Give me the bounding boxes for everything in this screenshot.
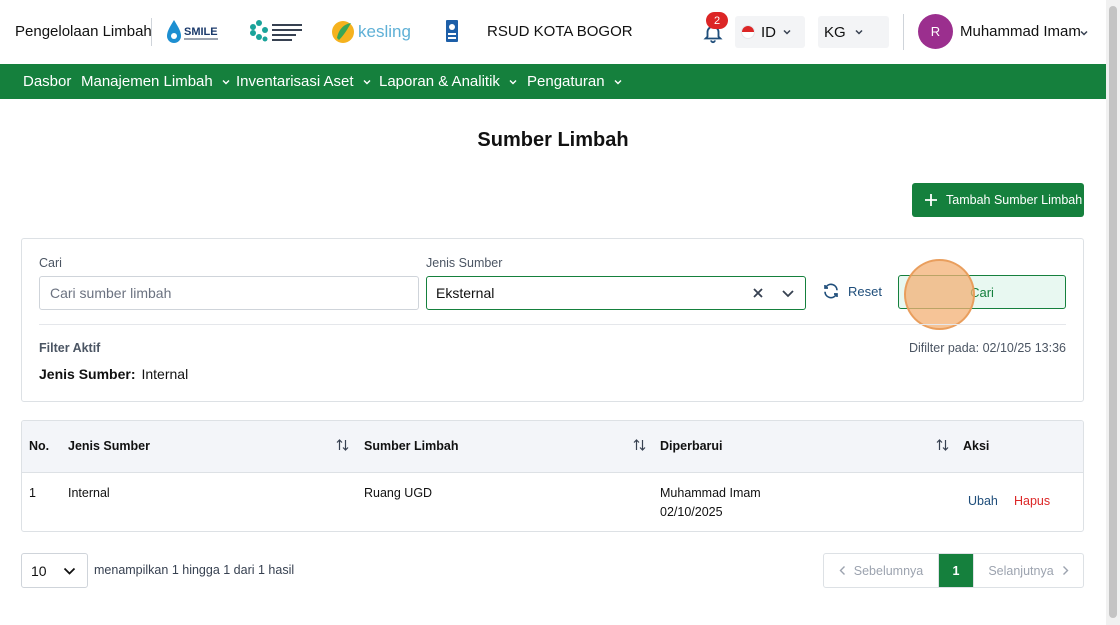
page-scrollbar-thumb[interactable] bbox=[1109, 6, 1117, 618]
kesling-logo: kesling bbox=[331, 18, 421, 46]
per-page-select[interactable]: 10 bbox=[21, 553, 88, 588]
top-header: Pengelolaan Limbah SMILE kesling RSUD KO… bbox=[0, 0, 1106, 64]
cell-updated-by: Muhammad Imam bbox=[660, 486, 761, 500]
page-title: Sumber Limbah bbox=[477, 129, 629, 151]
col-header-actions: Aksi bbox=[963, 439, 990, 453]
sort-icon[interactable] bbox=[936, 438, 949, 452]
user-menu-chevron-icon[interactable] bbox=[1079, 28, 1089, 38]
chevron-down-icon bbox=[63, 567, 76, 575]
kemenkes-logo bbox=[247, 18, 305, 46]
search-input[interactable] bbox=[39, 276, 419, 310]
chevron-down-icon bbox=[509, 79, 517, 84]
col-header-no: No. bbox=[29, 439, 50, 453]
main-nav: Dasbor Manajemen Limbah Inventarisasi As… bbox=[0, 64, 1106, 99]
active-filter-label: Filter Aktif bbox=[39, 341, 101, 355]
app-title: Pengelolaan Limbah bbox=[15, 23, 152, 40]
header-divider bbox=[903, 14, 904, 50]
language-selector[interactable]: ID bbox=[735, 16, 805, 48]
chevron-down-icon bbox=[783, 29, 791, 35]
previous-page-button[interactable]: Sebelumnya bbox=[824, 554, 939, 587]
nav-item-dasbor[interactable]: Dasbor bbox=[23, 73, 71, 90]
filter-divider bbox=[39, 324, 1066, 325]
active-filter-chip: Jenis Sumber: Internal bbox=[39, 366, 189, 382]
chevron-down-icon bbox=[614, 79, 622, 84]
filtered-at-timestamp: Difilter pada: 02/10/25 13:36 bbox=[908, 341, 1066, 355]
sort-icon[interactable] bbox=[633, 438, 646, 452]
nav-item-laporan-analitik[interactable]: Laporan & Analitik bbox=[379, 73, 518, 90]
col-header-waste-source[interactable]: Sumber Limbah bbox=[364, 439, 458, 453]
indonesia-flag-icon bbox=[741, 25, 755, 39]
page-button-current[interactable]: 1 bbox=[939, 554, 973, 587]
notification-count-badge: 2 bbox=[706, 12, 728, 29]
table-header: No. Jenis Sumber Sumber Limbah Diperbaru… bbox=[22, 421, 1083, 473]
plus-icon bbox=[925, 194, 937, 206]
results-summary: menampilkan 1 hingga 1 dari 1 hasil bbox=[94, 563, 295, 577]
waste-source-table: No. Jenis Sumber Sumber Limbah Diperbaru… bbox=[21, 420, 1084, 532]
next-page-button[interactable]: Selanjutnya bbox=[973, 554, 1083, 587]
reset-button[interactable]: Reset bbox=[822, 282, 882, 300]
cell-waste-source: Ruang UGD bbox=[364, 486, 433, 500]
per-page-value: 10 bbox=[31, 562, 47, 579]
cell-source-type: Internal bbox=[68, 486, 110, 500]
add-waste-source-button[interactable]: Tambah Sumber Limbah bbox=[912, 183, 1084, 217]
svg-text:SMILE: SMILE bbox=[184, 26, 218, 38]
cell-updated-date: 02/10/2025 bbox=[660, 505, 723, 519]
refresh-icon bbox=[824, 283, 838, 299]
chevron-right-icon bbox=[1062, 566, 1069, 575]
col-header-updated[interactable]: Diperbarui bbox=[660, 439, 723, 453]
cell-no: 1 bbox=[29, 486, 36, 500]
svg-text:kesling: kesling bbox=[358, 22, 411, 41]
nav-item-pengaturan[interactable]: Pengaturan bbox=[527, 73, 623, 90]
avatar[interactable]: R bbox=[918, 14, 953, 49]
smile-logo: SMILE bbox=[165, 18, 221, 46]
unit-label: KG bbox=[824, 23, 846, 41]
unit-selector[interactable]: KG bbox=[818, 16, 889, 48]
search-button[interactable]: Cari bbox=[898, 275, 1066, 309]
delete-link[interactable]: Hapus bbox=[1014, 494, 1050, 508]
who-logo bbox=[445, 19, 459, 45]
sort-icon[interactable] bbox=[336, 438, 349, 452]
source-type-value: Eksternal bbox=[436, 285, 495, 301]
chevron-down-icon bbox=[855, 29, 863, 35]
header-divider bbox=[151, 18, 152, 46]
chevron-down-icon[interactable] bbox=[781, 288, 795, 300]
chevron-down-icon bbox=[363, 79, 371, 84]
language-label: ID bbox=[761, 23, 776, 41]
user-name[interactable]: Muhammad Imam bbox=[960, 23, 1081, 40]
search-label: Cari bbox=[39, 256, 62, 270]
chevron-down-icon bbox=[222, 79, 230, 84]
source-type-select[interactable]: Eksternal bbox=[426, 276, 806, 310]
nav-item-manajemen-limbah[interactable]: Manajemen Limbah bbox=[81, 73, 231, 90]
col-header-source-type[interactable]: Jenis Sumber bbox=[68, 439, 150, 453]
source-type-label: Jenis Sumber bbox=[426, 256, 503, 270]
pagination: Sebelumnya 1 Selanjutnya bbox=[823, 553, 1084, 588]
edit-link[interactable]: Ubah bbox=[968, 494, 998, 508]
clear-icon[interactable] bbox=[751, 286, 765, 300]
nav-item-inventarisasi-aset[interactable]: Inventarisasi Aset bbox=[236, 73, 372, 90]
hospital-name: RSUD KOTA BOGOR bbox=[487, 23, 633, 40]
chevron-left-icon bbox=[839, 566, 845, 575]
